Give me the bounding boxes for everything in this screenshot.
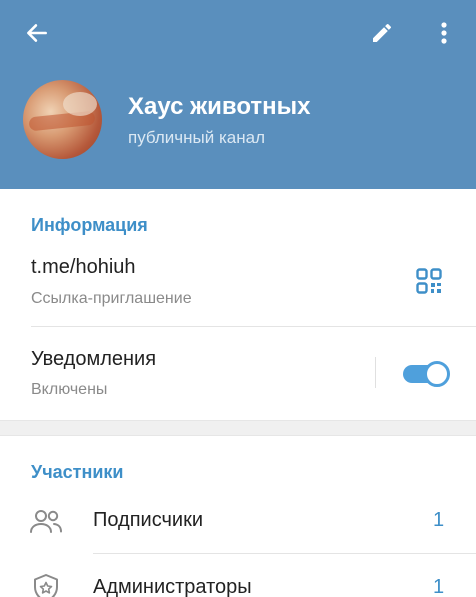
admin-shield-icon: [29, 573, 63, 597]
notifications-status: Включены: [31, 381, 108, 398]
members-section-title: Участники: [31, 462, 124, 482]
administrators-count: 1: [433, 576, 445, 597]
qr-code-button[interactable]: [413, 267, 445, 299]
info-section-title: Информация: [31, 215, 148, 235]
invite-link-value: t.me/hohiuh: [31, 256, 136, 278]
channel-header: Хаус животных публичный канал: [0, 0, 476, 189]
edit-button[interactable]: [360, 14, 404, 56]
administrators-row[interactable]: Администраторы 1: [0, 561, 476, 597]
subscribers-row[interactable]: Подписчики 1: [0, 494, 476, 550]
back-button[interactable]: [14, 14, 60, 56]
notifications-toggle[interactable]: [403, 361, 450, 387]
more-options-button[interactable]: [424, 14, 464, 56]
invite-link-caption: Ссылка-приглашение: [31, 290, 192, 307]
channel-name: Хаус животных: [128, 93, 311, 120]
arrow-left-icon: [24, 20, 50, 51]
more-vertical-icon: [440, 21, 448, 50]
divider: [93, 553, 476, 554]
subscribers-label: Подписчики: [93, 509, 204, 531]
channel-avatar[interactable]: [23, 80, 102, 159]
section-gap: [0, 420, 476, 436]
qr-code-icon: [416, 267, 442, 299]
administrators-label: Администраторы: [93, 576, 252, 597]
notifications-label: Уведомления: [31, 348, 157, 370]
users-icon: [29, 506, 63, 536]
vertical-divider: [375, 357, 376, 388]
channel-type: публичный канал: [128, 128, 265, 147]
subscribers-count: 1: [433, 509, 445, 531]
divider: [31, 326, 476, 327]
pencil-icon: [370, 21, 394, 50]
